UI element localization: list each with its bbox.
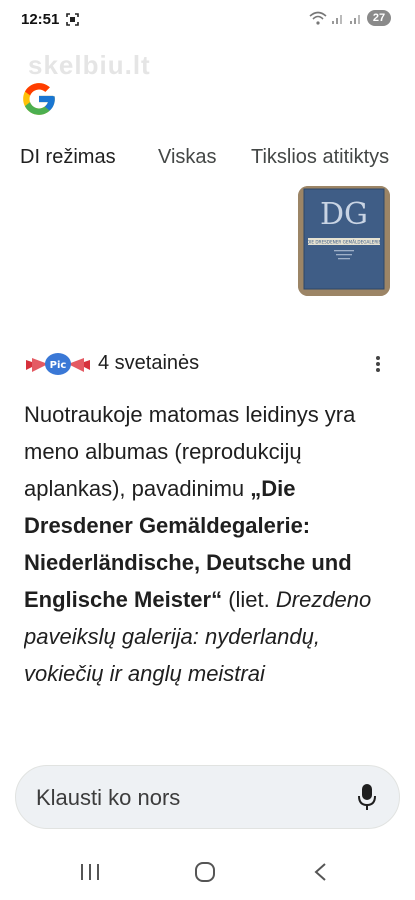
wifi-icon [309,11,327,25]
tab-di-rezimas[interactable]: DI režimas [20,146,116,169]
svg-text:Pic: Pic [50,360,67,371]
album-cover-image: DG DIE DRESDENER GEMÄLDEGALERIE [298,186,390,296]
sources-count: 4 svetainės [98,352,200,374]
watermark: skelbiu.lt [28,50,151,80]
signal-icon [332,15,342,24]
answer-text: Nuotraukoje matomas leidinys yra meno al… [24,402,356,501]
battery-icon: 27 [367,10,391,26]
search-tabs: DI režimas Viskas Tikslios atitiktys [0,140,415,176]
microphone-icon[interactable] [357,783,377,811]
tab-tikslios-atitiktys[interactable]: Tikslios atitiktys [251,146,389,169]
android-nav-bar [0,845,415,900]
status-time: 12:51 [21,11,60,28]
status-icons: 27 [309,10,391,26]
status-bar: 12:51 27 [0,0,415,40]
more-vert-icon[interactable] [374,354,382,374]
signal-icon [350,15,360,24]
answer-text-cont: (liet. [222,587,276,612]
home-icon[interactable] [192,861,218,883]
answer-fade [0,735,415,765]
album-monogram: DG [320,197,368,232]
back-icon[interactable] [309,861,335,883]
recent-apps-icon[interactable] [77,861,103,883]
sources-row[interactable]: Pic 4 svetainės [24,348,394,380]
album-caption: DIE DRESDENER GEMÄLDEGALERIE [307,240,382,245]
google-logo-icon[interactable] [20,80,58,118]
screenshot-icon [66,13,79,26]
album-thumbnail[interactable]: DG DIE DRESDENER GEMÄLDEGALERIE [298,186,390,296]
pic-source-logo-icon: Pic [26,353,90,375]
ask-input-bar[interactable]: Klausti ko nors [15,765,400,829]
ai-answer-text: Nuotraukoje matomas leidinys yra meno al… [24,396,384,741]
tab-viskas[interactable]: Viskas [158,146,217,169]
ask-input-placeholder[interactable]: Klausti ko nors [36,785,180,811]
